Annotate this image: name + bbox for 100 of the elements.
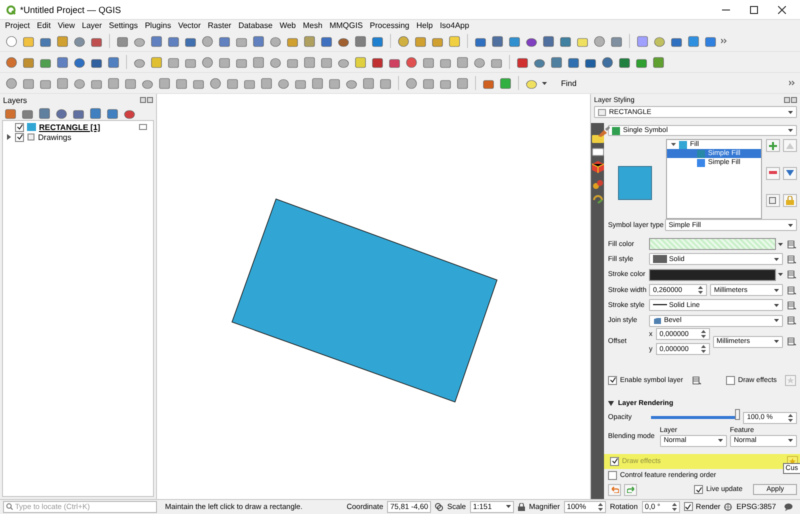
menu-item[interactable]: View	[58, 21, 75, 30]
tool-icon[interactable]	[362, 76, 375, 90]
tool-icon[interactable]	[448, 34, 461, 48]
menu-item[interactable]: Layer	[82, 21, 102, 30]
data-defined-icon[interactable]	[786, 254, 797, 264]
menu-item[interactable]: Plugins	[144, 21, 172, 30]
redo-button[interactable]	[624, 484, 637, 496]
checkbox[interactable]	[608, 376, 617, 385]
menu-item[interactable]: Edit	[36, 21, 51, 30]
menu-item[interactable]: Processing	[370, 21, 410, 30]
tool-icon[interactable]	[5, 56, 18, 68]
checkbox[interactable]	[694, 485, 704, 494]
duplicate-button[interactable]	[766, 194, 780, 208]
data-defined-icon[interactable]	[786, 286, 797, 295]
data-defined-icon[interactable]	[786, 300, 797, 310]
data-defined-icon[interactable]	[691, 376, 702, 385]
tool-icon[interactable]	[56, 34, 69, 48]
tool-icon[interactable]	[150, 34, 163, 48]
menu-item[interactable]: Project	[5, 21, 30, 30]
tool-icon[interactable]	[107, 56, 120, 68]
tool-icon[interactable]	[652, 56, 665, 68]
cube-icon[interactable]	[592, 161, 604, 173]
tool-icon[interactable]	[371, 34, 384, 48]
messages-icon[interactable]	[784, 502, 793, 510]
spin-arrows-icon[interactable]	[598, 502, 603, 510]
tool-icon[interactable]	[73, 34, 86, 48]
tool-icon[interactable]	[456, 56, 469, 68]
tool-icon[interactable]	[106, 106, 119, 120]
checkbox[interactable]	[608, 471, 617, 480]
menu-item[interactable]: Mesh	[302, 21, 322, 30]
close-icon[interactable]	[778, 6, 786, 14]
checkbox[interactable]	[610, 456, 619, 466]
move-down-button[interactable]	[783, 166, 797, 180]
checkbox[interactable]	[726, 376, 736, 385]
tool-icon[interactable]	[405, 56, 418, 68]
color-swatch-button[interactable]	[649, 238, 776, 250]
menu-item[interactable]: MMQGIS	[329, 21, 363, 30]
tool-icon[interactable]	[252, 56, 265, 68]
chevron-icon[interactable]	[721, 38, 727, 44]
tool-icon[interactable]	[89, 106, 102, 120]
diagram-icon[interactable]	[592, 178, 604, 190]
tool-icon[interactable]	[56, 56, 69, 68]
lock-button[interactable]	[783, 194, 797, 208]
menu-item[interactable]: Vector	[178, 21, 201, 30]
lock-icon[interactable]	[518, 502, 525, 510]
tool-icon[interactable]	[422, 76, 435, 90]
history-icon[interactable]	[592, 195, 604, 205]
slider-handle[interactable]	[735, 408, 740, 420]
tool-icon[interactable]	[22, 76, 35, 90]
layer-name[interactable]: Drawings	[38, 132, 153, 142]
globe-icon[interactable]	[724, 502, 732, 510]
tool-icon[interactable]	[252, 34, 265, 48]
layer-name[interactable]: RECTANGLE [1]	[39, 122, 136, 132]
tool-icon[interactable]	[414, 34, 427, 48]
spin-arrows-icon[interactable]	[698, 286, 703, 294]
tool-icon[interactable]	[354, 56, 367, 68]
tool-icon[interactable]	[687, 34, 700, 48]
collapse-arrow-icon[interactable]	[608, 401, 614, 406]
tool-icon[interactable]	[5, 76, 18, 90]
tool-icon[interactable]	[303, 56, 316, 68]
tool-icon[interactable]	[38, 106, 51, 120]
labels-outline-icon[interactable]	[592, 148, 604, 156]
menu-item[interactable]: Web	[280, 21, 296, 30]
toggle-extents-icon[interactable]	[435, 502, 444, 510]
effects-star-icon[interactable]	[784, 374, 796, 386]
checkbox[interactable]	[15, 132, 24, 142]
menu-item[interactable]: Raster	[208, 21, 232, 30]
tool-icon[interactable]	[328, 76, 341, 90]
tool-icon[interactable]	[593, 34, 606, 48]
tool-icon[interactable]	[175, 76, 188, 90]
maximize-icon[interactable]	[750, 6, 758, 14]
panel-buttons-icon[interactable]	[784, 97, 797, 103]
add-layer-button[interactable]	[766, 139, 780, 152]
tool-icon[interactable]	[209, 76, 222, 90]
tool-icon[interactable]	[277, 76, 290, 90]
tool-icon[interactable]	[508, 34, 521, 48]
tool-icon[interactable]	[653, 34, 666, 48]
paintbrush-icon[interactable]	[597, 126, 611, 138]
undo-button[interactable]	[608, 484, 621, 496]
tool-icon[interactable]	[354, 34, 367, 48]
tool-icon[interactable]	[107, 76, 120, 90]
tool-icon[interactable]	[379, 76, 392, 90]
panel-buttons-icon[interactable]	[140, 97, 153, 103]
expand-arrow-icon[interactable]	[671, 142, 676, 148]
checkbox[interactable]	[15, 122, 24, 132]
tool-icon[interactable]	[303, 34, 316, 48]
expand-arrow-icon[interactable]	[6, 134, 12, 140]
tool-icon[interactable]	[269, 34, 282, 48]
tool-icon[interactable]	[499, 76, 512, 90]
data-defined-icon[interactable]	[786, 337, 797, 346]
spin-arrows-icon[interactable]	[788, 414, 793, 422]
tool-icon[interactable]	[320, 34, 333, 48]
tool-icon[interactable]	[56, 76, 69, 90]
tool-icon[interactable]	[559, 34, 572, 48]
tool-icon[interactable]	[473, 56, 486, 68]
spin-arrows-icon[interactable]	[700, 345, 706, 354]
tool-icon[interactable]	[260, 76, 273, 90]
tool-icon[interactable]	[22, 56, 35, 68]
remove-layer-button[interactable]	[766, 166, 780, 180]
tool-icon[interactable]	[167, 34, 180, 48]
